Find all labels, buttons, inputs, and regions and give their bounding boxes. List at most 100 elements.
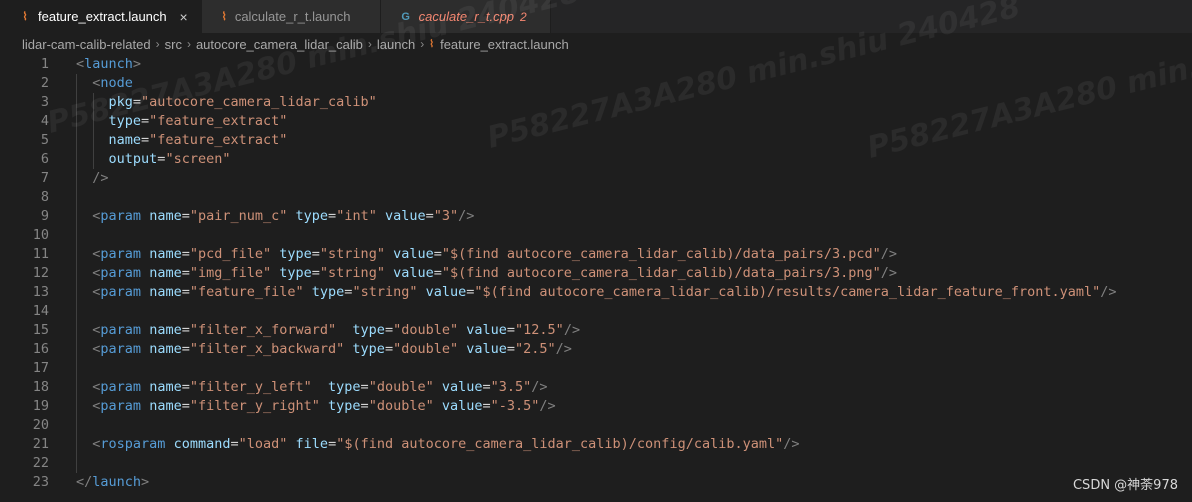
code-token-attr: name <box>149 398 182 414</box>
line-number: 23 <box>32 474 49 490</box>
code-token-txt: = <box>360 379 369 395</box>
code-token-str: "2.5" <box>515 341 556 357</box>
line-number: 13 <box>32 284 49 300</box>
line-number: 19 <box>32 398 49 414</box>
code-token-punc: > <box>141 474 150 490</box>
code-token-attr: name <box>149 208 182 224</box>
code-token-tag: param <box>100 284 142 300</box>
code-token-attr: name <box>149 322 182 338</box>
code-token-attr: value <box>441 398 483 414</box>
rss-icon: ⌇ <box>429 38 435 50</box>
code-text: pkg="autocore_camera_lidar_calib" <box>76 93 377 112</box>
tab-caculate-r-t-cpp[interactable]: G caculate_r_t.cpp 2 <box>380 0 551 33</box>
rss-icon: ⌇ <box>221 11 227 23</box>
code-token-str: "feature_file" <box>189 284 304 300</box>
code-token-str: "pcd_file" <box>189 246 272 262</box>
code-line: 1 <launch> <box>0 55 1192 74</box>
code-token-attr: type <box>352 341 385 357</box>
code-token-str: "$(find autocore_camera_lidar_calib)/dat… <box>441 246 881 262</box>
code-token-punc: /> <box>531 379 548 395</box>
code-token-txt: = <box>181 284 190 300</box>
code-token-punc: /> <box>880 246 898 262</box>
code-line: 17 <box>0 359 1192 378</box>
breadcrumb-item[interactable]: launch <box>377 37 415 52</box>
code-token-punc: > <box>132 56 142 72</box>
code-token-str: "-3.5" <box>490 398 540 414</box>
breadcrumb-item[interactable]: lidar-cam-calib-related <box>22 37 151 52</box>
line-number: 2 <box>40 75 49 91</box>
code-token-str: "pair_num_c" <box>189 208 288 224</box>
code-editor[interactable]: 1 <launch> 2 <node 3 pkg="autocore_camera_l… <box>0 55 1192 502</box>
code-line: 20 <box>0 416 1192 435</box>
code-token-punc: /> <box>563 322 581 338</box>
code-token-txt: = <box>141 113 150 129</box>
code-token-str: "3.5" <box>490 379 532 395</box>
code-token-str: "screen" <box>165 151 231 167</box>
code-text: type="feature_extract" <box>76 112 288 131</box>
code-line: 22 <box>0 454 1192 473</box>
close-icon[interactable]: × <box>177 9 191 25</box>
code-token-txt: = <box>482 379 491 395</box>
code-token-punc: /> <box>458 208 475 224</box>
line-number: 6 <box>40 151 49 167</box>
code-line: 10 <box>0 226 1192 245</box>
breadcrumb-item[interactable]: feature_extract.launch <box>440 37 569 52</box>
code-token-attr: command <box>173 436 231 452</box>
code-line: 16 <param name="filter_x_backward" type=… <box>0 340 1192 359</box>
code-token-attr: type <box>311 284 345 300</box>
code-token-str: "double" <box>393 322 459 338</box>
tab-calculate-r-t-launch[interactable]: ⌇ calculate_r_t.launch <box>201 0 381 33</box>
code-token-txt: = <box>360 398 369 414</box>
code-token-txt: = <box>506 322 516 338</box>
code-token-tag: param <box>100 265 142 281</box>
code-token-attr: file <box>295 436 329 452</box>
line-number: 7 <box>40 170 49 186</box>
code-token-punc: /> <box>880 265 898 281</box>
code-token-str: "3" <box>433 208 459 224</box>
line-number: 12 <box>32 265 49 281</box>
line-number: 15 <box>32 322 49 338</box>
code-token-attr: name <box>149 284 182 300</box>
code-token-attr: value <box>393 265 434 281</box>
tab-feature-extract-launch[interactable]: ⌇ feature_extract.launch × <box>0 0 202 33</box>
code-token-str: "feature_extract" <box>149 132 288 148</box>
code-token-txt: = <box>181 398 190 414</box>
code-token-attr: type <box>328 398 361 414</box>
line-number: 10 <box>32 227 49 243</box>
code-token-str: "double" <box>393 341 459 357</box>
code-token-str: "autocore_camera_lidar_calib" <box>141 94 377 110</box>
code-token-txt: = <box>230 436 239 452</box>
code-token-punc: /> <box>539 398 556 414</box>
code-token-txt: = <box>328 208 337 224</box>
code-line: 8 <box>0 188 1192 207</box>
breadcrumb: lidar-cam-calib-related › src › autocore… <box>0 33 1192 55</box>
breadcrumb-item[interactable]: autocore_camera_lidar_calib <box>196 37 363 52</box>
code-text: name="feature_extract" <box>76 131 288 150</box>
line-number: 16 <box>32 341 49 357</box>
line-number: 22 <box>32 455 49 471</box>
code-text: <rosparam command="load" file="$(find au… <box>76 435 799 454</box>
code-line: 2 <node <box>0 74 1192 93</box>
breadcrumb-item[interactable]: src <box>165 37 182 52</box>
code-token-attr: value <box>425 284 467 300</box>
code-token-txt: = <box>328 436 337 452</box>
code-text: </launch> <box>76 473 149 492</box>
line-number: 1 <box>40 56 49 72</box>
code-text: output="screen" <box>76 150 231 169</box>
chevron-right-icon: › <box>367 37 372 51</box>
code-token-str: "double" <box>368 379 434 395</box>
code-token-tag: param <box>100 379 142 395</box>
problem-count-badge: 2 <box>520 9 527 24</box>
code-token-txt: = <box>311 246 320 262</box>
code-text: <node <box>76 74 133 93</box>
